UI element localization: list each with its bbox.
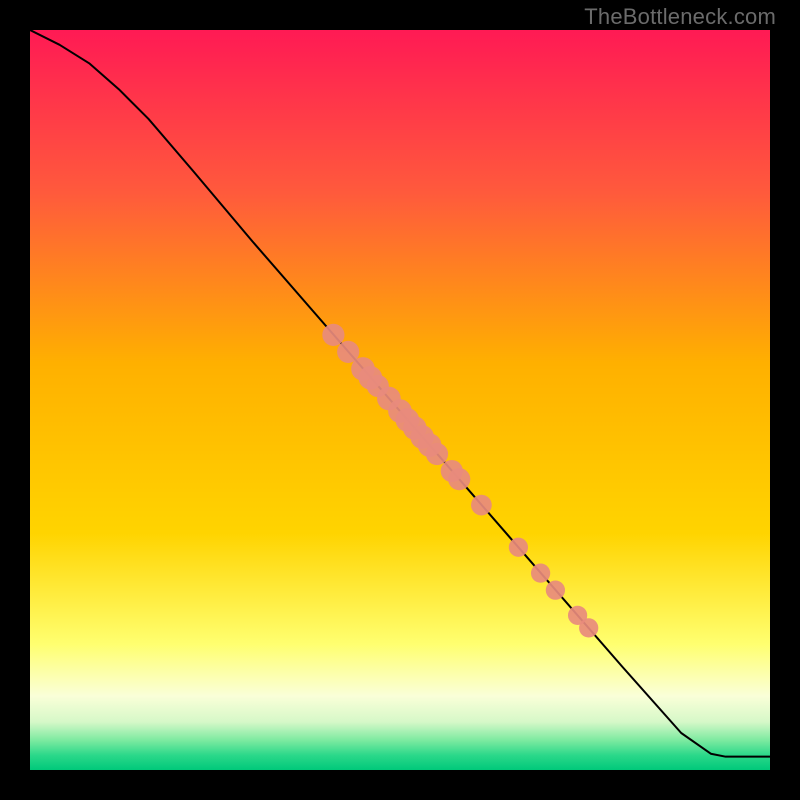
data-point (579, 618, 598, 637)
watermark-text: TheBottleneck.com (584, 4, 776, 30)
data-point (426, 443, 448, 465)
chart-stage: TheBottleneck.com (0, 0, 800, 800)
data-point (322, 324, 344, 346)
chart-plot-area (30, 30, 770, 770)
data-point (509, 538, 528, 557)
data-point (546, 581, 565, 600)
chart-svg (30, 30, 770, 770)
data-point (448, 468, 470, 490)
data-point (471, 495, 492, 516)
data-point (531, 564, 550, 583)
